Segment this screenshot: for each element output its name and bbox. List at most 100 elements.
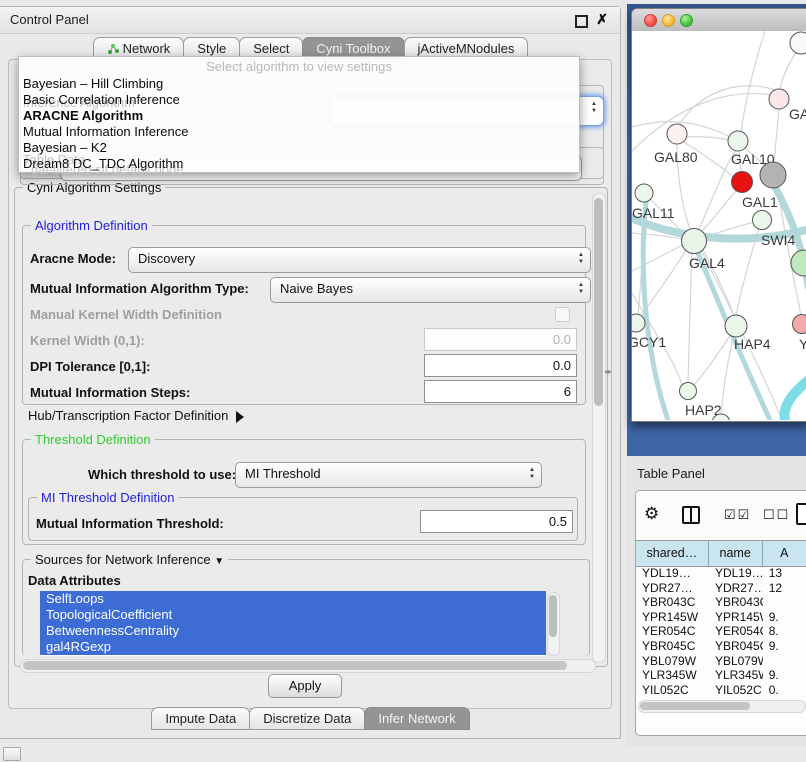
data-attributes-list[interactable]: SelfLoopsTopologicalCoefficientBetweenne… [40, 591, 546, 656]
node-gal11[interactable] [635, 184, 653, 202]
settings-scrollbar-thumb[interactable] [594, 198, 603, 406]
stepper-arrows-icon: ▲▼ [591, 101, 597, 115]
algorithm-option[interactable]: Bayesian – K2 [19, 140, 579, 156]
node-salmon[interactable] [793, 315, 806, 334]
table-cell: YPR145W [636, 610, 709, 625]
table-scrollbar-thumb[interactable] [640, 702, 750, 710]
table-row[interactable]: YBR043CYBR043C [636, 595, 806, 610]
dpi-tolerance-field[interactable]: 0.0 [424, 354, 577, 377]
table-cell: YIL052C [709, 683, 763, 698]
tab-infer-network[interactable]: Infer Network [364, 707, 469, 730]
algorithm-option[interactable]: ARACNE Algorithm [19, 108, 579, 124]
table-horizontal-scrollbar[interactable] [638, 700, 806, 713]
gear-icon[interactable]: ⚙ [644, 504, 659, 524]
settings-vertical-scrollbar[interactable] [592, 193, 606, 663]
control-panel-titlebar: Control Panel ✗ [0, 7, 620, 34]
split-pane-icon[interactable] [682, 506, 700, 524]
node-gal80[interactable] [667, 124, 687, 144]
table-cell: 13 [763, 566, 806, 581]
table-row[interactable]: YDL19…YDL19…13 [636, 566, 806, 581]
horizontal-scrollbar-thumb[interactable] [23, 661, 567, 670]
network-edge [700, 189, 738, 233]
aracne-mode-value: Discovery [138, 251, 195, 266]
zoom-traffic-light[interactable] [680, 14, 693, 27]
minimize-traffic-light[interactable] [662, 14, 675, 27]
network-edge [684, 137, 729, 140]
aracne-mode-label: Aracne Mode: [30, 251, 116, 266]
table-row[interactable]: YIL052CYIL052C0. [636, 683, 806, 698]
table-cell: YDR27… [709, 581, 763, 596]
algorithm-option[interactable]: Dream8 DC_TDC Algorithm [19, 156, 579, 172]
node-gray[interactable] [760, 162, 786, 188]
tab-impute-data[interactable]: Impute Data [151, 707, 250, 730]
deselect-all-checkboxes-icon[interactable]: ☐☐ [763, 507, 790, 523]
algorithm-option[interactable]: Basic Correlation Inference [19, 92, 579, 108]
node-gal4[interactable] [682, 229, 707, 254]
node-red[interactable] [732, 172, 753, 193]
table-cell: 9. [763, 668, 806, 683]
table-row[interactable]: YDR27…YDR27…12 [636, 581, 806, 596]
network-window-titlebar[interactable] [632, 9, 806, 32]
popup-prompt: Select algorithm to view settings [19, 57, 579, 76]
network-icon [107, 43, 119, 55]
apply-button[interactable]: Apply [268, 674, 342, 698]
column-header[interactable]: name [709, 541, 763, 566]
data-attribute-item[interactable]: gal4RGexp [40, 639, 546, 655]
data-attributes-label: Data Attributes [28, 573, 121, 588]
close-traffic-light[interactable] [644, 14, 657, 27]
network-view-window: GALGAL80GAL10GAL1GAL11SWI4GAL4GCY1HAP4YH… [631, 8, 806, 422]
table-toolbar: ⚙ ☑☑ ☐☐ [636, 491, 806, 539]
table-row[interactable]: YER054CYER054C8. [636, 624, 806, 639]
which-threshold-label: Which threshold to use: [88, 467, 236, 482]
node-swi4[interactable] [753, 211, 772, 230]
table-row[interactable]: YBR045CYBR045C9. [636, 639, 806, 654]
close-icon[interactable]: ✗ [596, 11, 608, 28]
node-hap4[interactable] [725, 315, 747, 337]
data-attribute-item[interactable]: BetweennessCentrality [40, 623, 546, 639]
table-row[interactable]: YBL079WYBL079W [636, 654, 806, 669]
node-gal-partial[interactable] [769, 89, 789, 109]
node-gal10[interactable] [728, 131, 748, 151]
mi-threshold-field[interactable]: 0.5 [420, 510, 573, 533]
table-cell: YLR345W [709, 668, 763, 683]
mi-type-label: Mutual Information Algorithm Type: [30, 281, 249, 296]
mi-type-combobox[interactable]: Naive Bayes ▲▼ [270, 277, 591, 303]
column-header[interactable]: shared… [636, 541, 709, 566]
column-header[interactable]: A [763, 541, 806, 566]
attr-list-vertical-scrollbar[interactable] [547, 592, 560, 656]
node-hap2[interactable] [680, 383, 697, 400]
node-hap4-label: HAP4 [734, 336, 771, 352]
algorithm-option[interactable]: Bayesian – Hill Climbing [19, 76, 579, 92]
aracne-mode-combobox[interactable]: Discovery ▲▼ [128, 247, 591, 273]
node-gal-partial-label: GAL [789, 106, 806, 122]
mi-type-value: Naive Bayes [280, 281, 353, 296]
table-cell: YBL079W [636, 654, 709, 669]
node-gcy1[interactable] [632, 314, 645, 332]
data-attribute-item[interactable]: TopologicalCoefficient [40, 607, 546, 623]
node-green-right[interactable] [791, 250, 806, 276]
attr-list-scrollbar-thumb[interactable] [549, 595, 557, 637]
export-table-icon[interactable] [796, 503, 806, 525]
settings-horizontal-scrollbar[interactable] [20, 659, 596, 673]
node-top-right[interactable] [790, 32, 806, 54]
table-row[interactable]: YLR345WYLR345W9. [636, 668, 806, 683]
mi-steps-field[interactable]: 6 [424, 380, 577, 403]
which-threshold-combobox[interactable]: MI Threshold ▲▼ [235, 462, 542, 488]
algorithm-option[interactable]: Mutual Information Inference [19, 124, 579, 140]
expander-arrow-icon [236, 411, 244, 423]
algorithm-definition-title: Algorithm Definition [31, 218, 152, 233]
panel-splitter-handle[interactable]: ◂▸ [604, 367, 612, 376]
data-attribute-item[interactable]: SelfLoops [40, 591, 546, 607]
table-row[interactable]: YPR145WYPR145W9. [636, 610, 806, 625]
select-all-checkboxes-icon[interactable]: ☑☑ [724, 507, 751, 523]
kernel-width-field[interactable]: 0.0 [424, 328, 577, 351]
network-canvas[interactable]: GALGAL80GAL10GAL1GAL11SWI4GAL4GCY1HAP4YH… [632, 31, 806, 420]
sources-group-title[interactable]: Sources for Network Inference ▼ [31, 552, 228, 567]
dock-mini-button[interactable] [3, 747, 21, 761]
hub-definition-expander[interactable]: Hub/Transcription Factor Definition [28, 408, 244, 423]
mi-threshold-definition-title: MI Threshold Definition [37, 490, 178, 505]
manual-kernel-checkbox[interactable] [555, 307, 570, 322]
float-window-icon[interactable] [575, 15, 588, 28]
node-gray-label: GAL1 [742, 194, 778, 210]
tab-discretize-data[interactable]: Discretize Data [249, 707, 365, 730]
